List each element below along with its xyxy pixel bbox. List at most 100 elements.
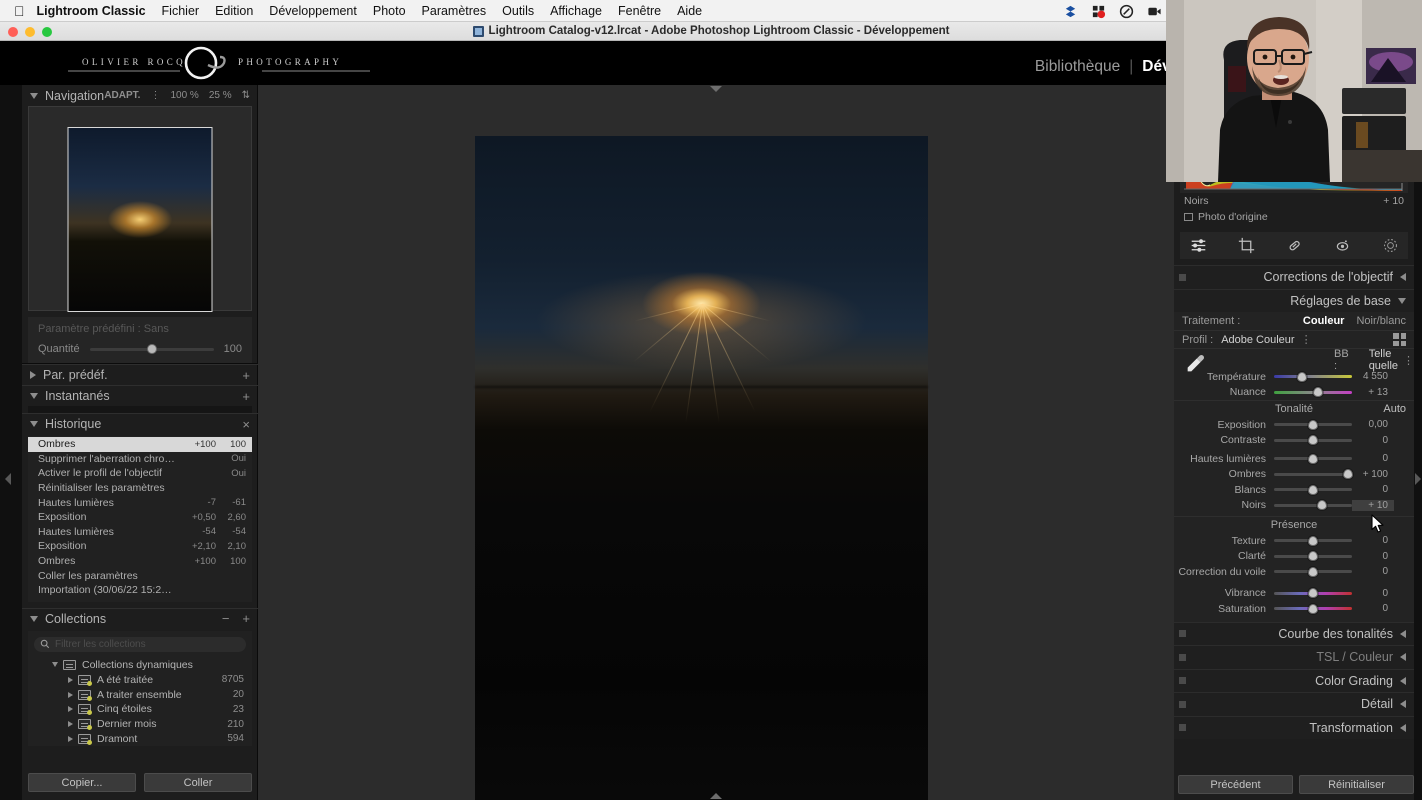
panel-switch-icon[interactable]: [1179, 273, 1186, 281]
slider-track[interactable]: [1274, 453, 1352, 464]
treatment-color-option[interactable]: Couleur: [1303, 315, 1345, 327]
slider-highlights[interactable]: Hautes lumières 0: [1174, 451, 1414, 467]
presets-add-button[interactable]: +: [242, 368, 250, 383]
history-panel-header[interactable]: Historique ×: [22, 413, 258, 434]
collections-panel-header[interactable]: Collections − +: [22, 607, 258, 629]
slider-temperature[interactable]: Température 4 550: [1174, 369, 1414, 385]
left-panel-collapse-arrow-icon[interactable]: [5, 473, 11, 485]
collection-item[interactable]: Cinq étoiles 23: [28, 702, 252, 717]
history-row[interactable]: Activer le profil de l'objectif Oui: [28, 466, 252, 481]
menu-parametres[interactable]: Paramètres: [422, 4, 487, 18]
slider-value[interactable]: + 13: [1352, 387, 1394, 398]
slider-knob[interactable]: [1308, 419, 1318, 430]
panel-switch-icon[interactable]: [1179, 700, 1186, 708]
eyedropper-icon[interactable]: [1184, 353, 1206, 375]
slider-value[interactable]: 0: [1352, 588, 1394, 599]
collections-search-input[interactable]: Filtrer les collections: [34, 636, 246, 652]
collection-item[interactable]: Dernier mois 210: [28, 717, 252, 732]
alert-badge-icon[interactable]: [1091, 4, 1106, 19]
crop-icon[interactable]: [1238, 237, 1255, 254]
slider-shadows[interactable]: Ombres + 100: [1174, 467, 1414, 483]
collections-add-button[interactable]: +: [242, 611, 250, 626]
nav-zoom-25[interactable]: 25 %: [209, 90, 232, 101]
panel-tone-curve[interactable]: Courbe des tonalités: [1174, 621, 1414, 645]
nav-fit-chevron-icon[interactable]: ⋮: [150, 90, 160, 101]
snapshots-panel-header[interactable]: Instantanés +: [22, 385, 258, 406]
checkbox-icon[interactable]: [1184, 213, 1193, 221]
red-eye-icon[interactable]: [1334, 237, 1351, 254]
slider-vibrance[interactable]: Vibrance 0: [1174, 586, 1414, 602]
menu-developpement[interactable]: Développement: [269, 4, 357, 18]
preset-amount-knob[interactable]: [146, 344, 157, 354]
slider-knob[interactable]: [1343, 469, 1354, 480]
history-row[interactable]: Ombres +100 100: [28, 554, 252, 569]
panel-detail[interactable]: Détail: [1174, 692, 1414, 716]
history-row[interactable]: Ombres +100 100: [28, 437, 252, 452]
history-clear-button[interactable]: ×: [242, 417, 250, 432]
panel-switch-icon[interactable]: [1179, 724, 1186, 732]
slider-saturation[interactable]: Saturation 0: [1174, 601, 1414, 617]
slider-value[interactable]: 4 550: [1352, 371, 1394, 382]
presets-panel-header[interactable]: Par. prédéf. +: [22, 364, 258, 385]
slider-knob[interactable]: [1308, 453, 1318, 464]
slider-track[interactable]: [1274, 566, 1352, 577]
slider-knob[interactable]: [1308, 603, 1318, 614]
paste-button[interactable]: Coller: [144, 773, 252, 792]
preset-amount-slider[interactable]: [89, 344, 214, 354]
left-panel-edge[interactable]: [0, 85, 22, 800]
slider-track[interactable]: [1274, 551, 1352, 562]
slider-clarity[interactable]: Clarté 0: [1174, 549, 1414, 565]
collection-item[interactable]: A traiter ensemble 20: [28, 687, 252, 702]
nav-zoom-100[interactable]: 100 %: [170, 90, 198, 101]
panel-hsl-color[interactable]: TSL / Couleur: [1174, 645, 1414, 669]
window-minimize-button[interactable]: [25, 27, 35, 37]
slider-track[interactable]: [1274, 603, 1352, 614]
filmstrip-bottom-arrow-icon[interactable]: [710, 793, 722, 799]
collection-item[interactable]: A été traitée 8705: [28, 672, 252, 687]
slider-track[interactable]: [1274, 435, 1352, 446]
nav-fit-label[interactable]: ADAPT.: [104, 90, 140, 101]
slider-knob[interactable]: [1308, 535, 1318, 546]
right-panel-collapse-arrow-icon[interactable]: [1415, 473, 1421, 485]
slider-knob[interactable]: [1308, 435, 1318, 446]
panel-basic-header[interactable]: Réglages de base: [1174, 288, 1414, 312]
tone-auto-button[interactable]: Auto: [1383, 403, 1406, 415]
slider-knob[interactable]: [1317, 500, 1328, 511]
menu-affichage[interactable]: Affichage: [550, 4, 602, 18]
image-viewer[interactable]: [258, 85, 1174, 800]
slider-value[interactable]: 0: [1352, 566, 1394, 577]
slider-track[interactable]: [1274, 469, 1354, 480]
slider-track[interactable]: [1274, 419, 1352, 430]
slider-track[interactable]: [1274, 371, 1352, 382]
slider-track[interactable]: [1274, 535, 1352, 546]
panel-transform[interactable]: Transformation: [1174, 715, 1414, 739]
slider-blacks[interactable]: Noirs + 10: [1174, 498, 1414, 514]
slider-value[interactable]: 0: [1352, 551, 1394, 562]
slider-exposure[interactable]: Exposition 0,00: [1174, 417, 1414, 433]
history-row[interactable]: Hautes lumières -7 -61: [28, 495, 252, 510]
slider-knob[interactable]: [1308, 551, 1318, 562]
menu-edition[interactable]: Edition: [215, 4, 253, 18]
wb-value[interactable]: Telle quelle: [1369, 348, 1398, 372]
slider-value[interactable]: 0: [1352, 435, 1394, 446]
creative-cloud-icon[interactable]: [1119, 4, 1134, 19]
profile-chevron-icon[interactable]: ⋮: [1301, 333, 1312, 346]
masking-icon[interactable]: [1190, 237, 1207, 254]
slider-knob[interactable]: [1308, 588, 1318, 599]
slider-dehaze[interactable]: Correction du voile 0: [1174, 564, 1414, 580]
right-panel-edge[interactable]: [1414, 85, 1422, 800]
slider-value[interactable]: 0: [1352, 603, 1394, 614]
profile-browser-icon[interactable]: [1393, 333, 1406, 346]
collections-remove-button[interactable]: −: [222, 611, 230, 626]
treatment-bw-option[interactable]: Noir/blanc: [1356, 315, 1406, 327]
history-row[interactable]: Exposition +2,10 2,10: [28, 539, 252, 554]
copy-button[interactable]: Copier...: [28, 773, 136, 792]
healing-brush-icon[interactable]: [1286, 237, 1303, 254]
menu-outils[interactable]: Outils: [502, 4, 534, 18]
collections-group-row[interactable]: Collections dynamiques: [28, 658, 252, 673]
slider-tint[interactable]: Nuance + 13: [1174, 385, 1414, 401]
menu-photo[interactable]: Photo: [373, 4, 406, 18]
slider-value[interactable]: + 100: [1352, 469, 1394, 480]
panel-switch-icon[interactable]: [1179, 677, 1186, 685]
slider-track[interactable]: [1274, 500, 1352, 511]
